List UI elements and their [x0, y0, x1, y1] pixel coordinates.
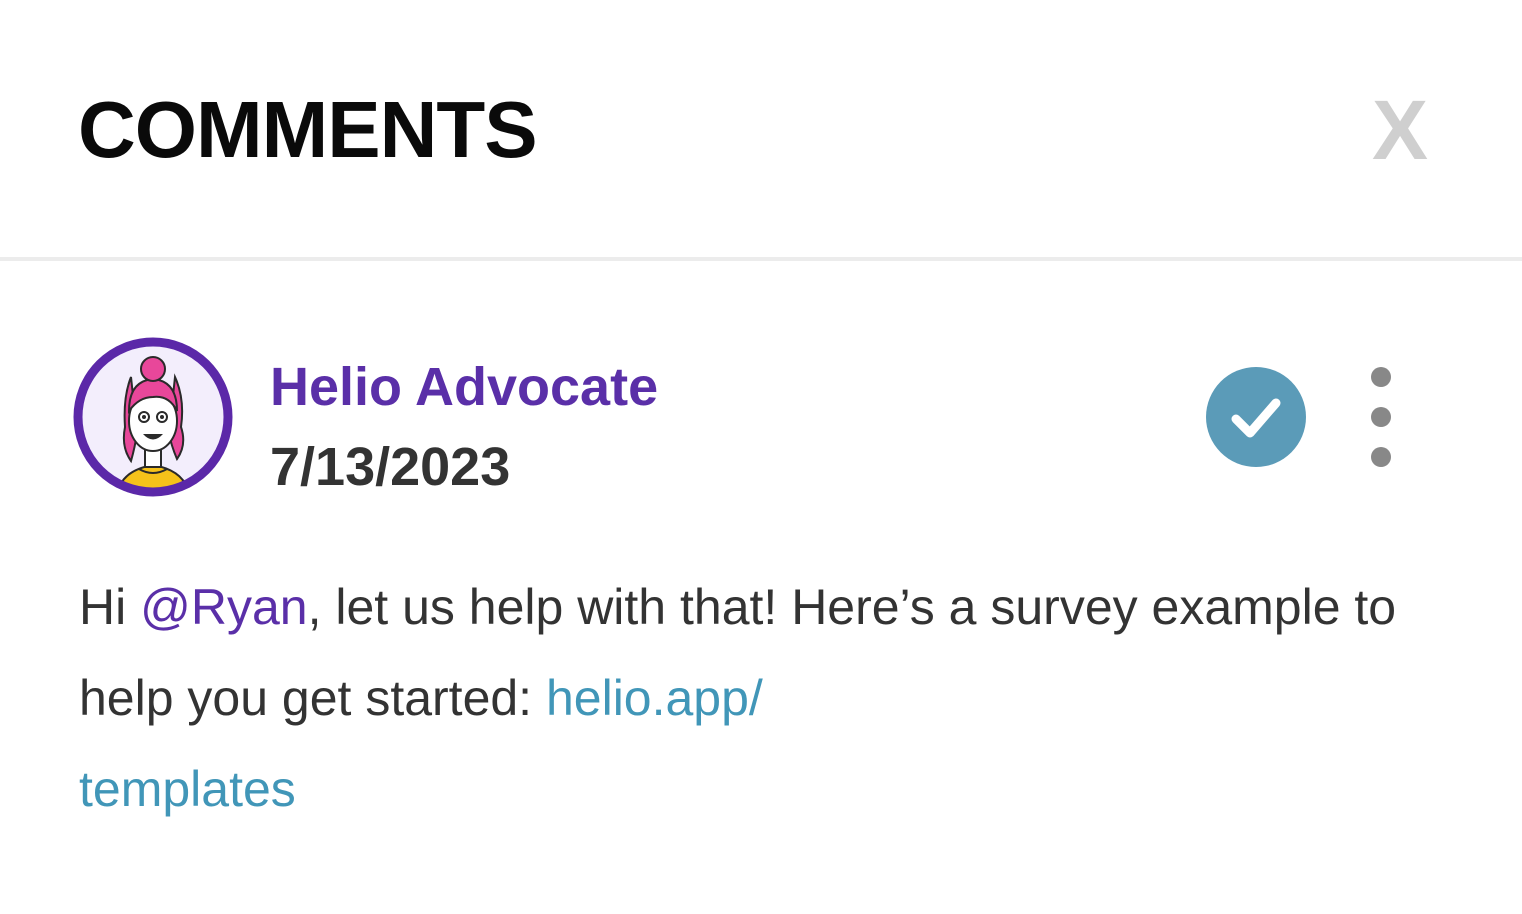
templates-link-part2[interactable]: templates: [79, 761, 296, 817]
comments-panel: COMMENTS X Helio Advocate 7/13/2023 Hi @…: [0, 0, 1522, 914]
check-circle-icon: [1206, 367, 1306, 467]
more-options-button[interactable]: [1359, 362, 1403, 472]
avatar: [73, 337, 233, 497]
divider: [0, 257, 1522, 261]
comment-date: 7/13/2023: [270, 437, 511, 497]
close-button[interactable]: X: [1372, 80, 1428, 180]
templates-link-part1[interactable]: helio.app/: [546, 670, 763, 726]
user-mention[interactable]: @Ryan: [140, 579, 307, 635]
comment-body: Hi @Ryan, let us help with that! Here’s …: [79, 562, 1419, 835]
panel-title: COMMENTS: [78, 85, 538, 174]
comment-text-start: Hi: [79, 579, 141, 635]
comment-author[interactable]: Helio Advocate: [270, 352, 658, 422]
resolve-button[interactable]: [1206, 367, 1306, 467]
kebab-menu-icon: [1371, 367, 1391, 467]
